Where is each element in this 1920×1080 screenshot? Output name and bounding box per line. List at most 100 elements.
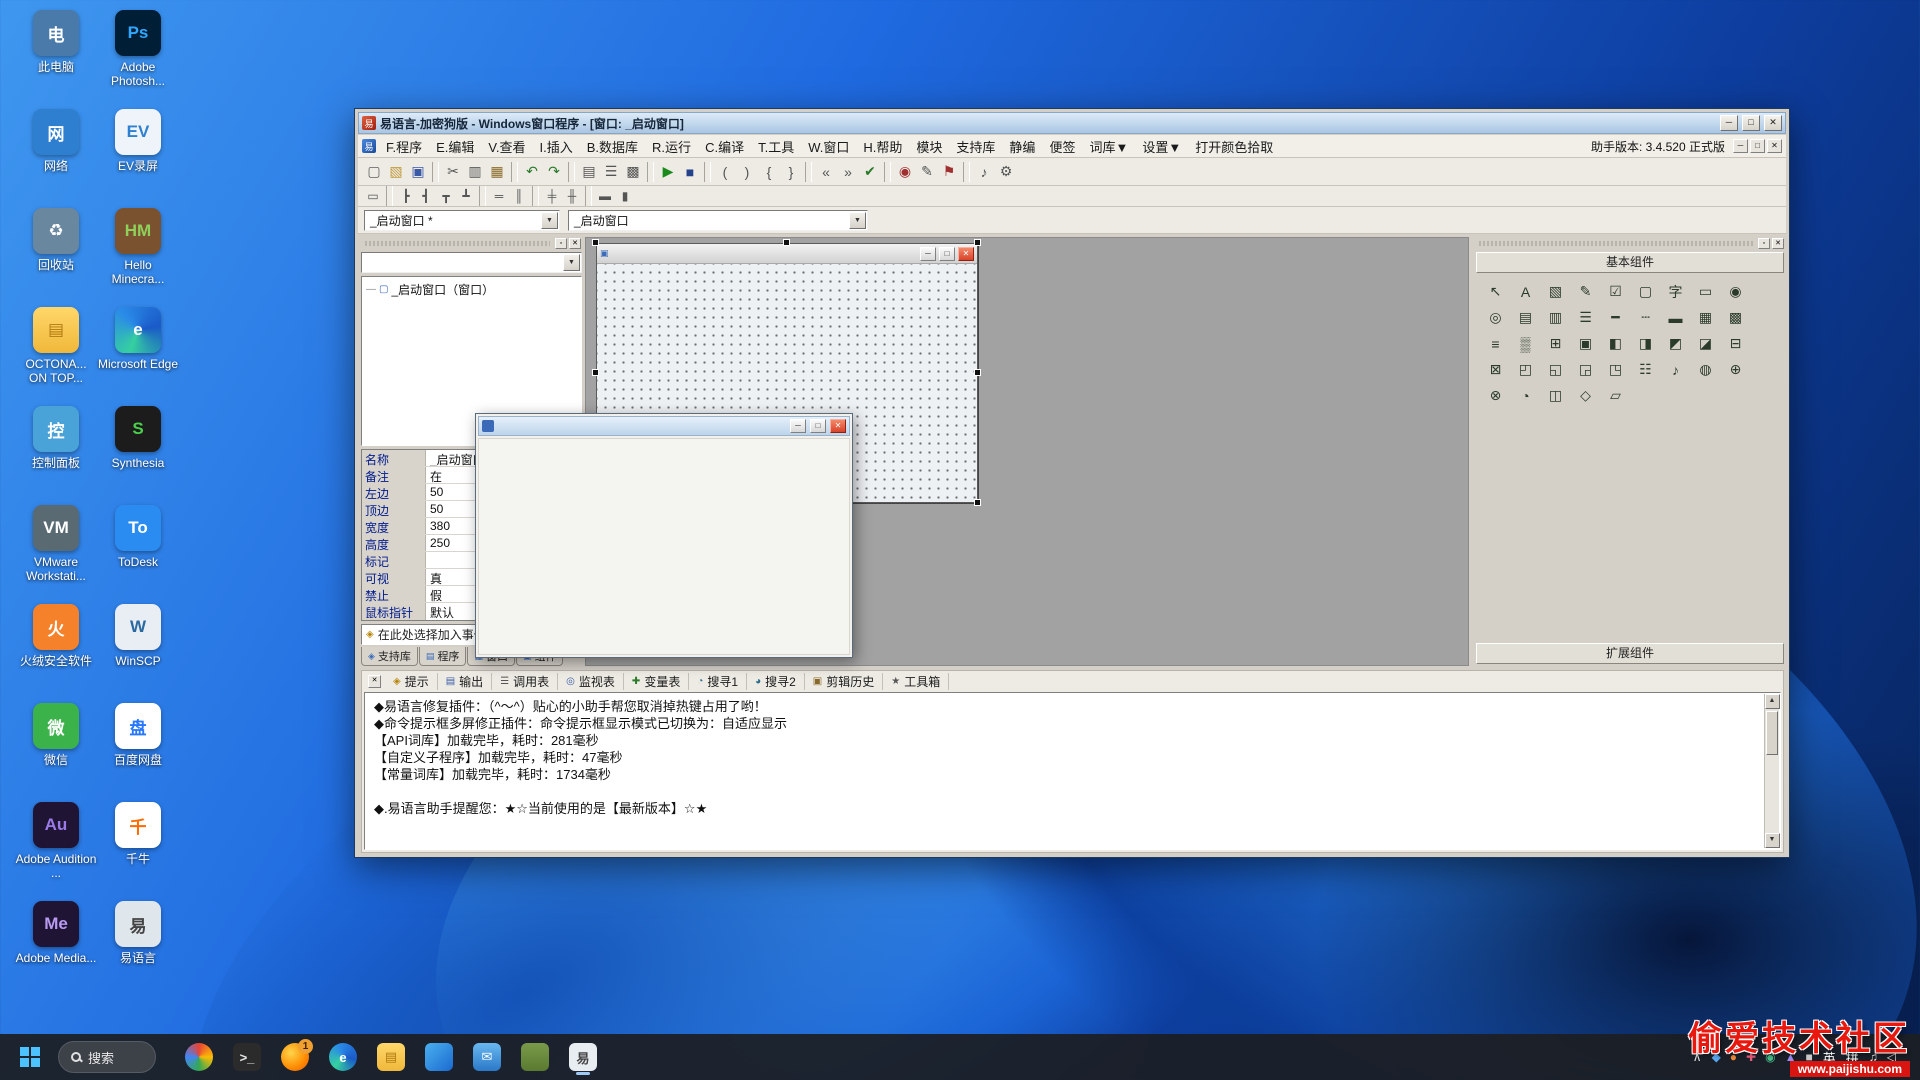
- workspace-tab[interactable]: ▤ 程序: [419, 647, 467, 666]
- desktop-icon[interactable]: 网 网络: [14, 103, 98, 202]
- component-icon[interactable]: ◨: [1635, 333, 1656, 354]
- toolbar-icon[interactable]: ✔: [859, 161, 881, 183]
- menu-item[interactable]: H.帮助: [856, 135, 909, 158]
- component-icon[interactable]: ▦: [1695, 307, 1716, 328]
- menu-item[interactable]: 模块: [909, 135, 949, 158]
- toolbar-icon[interactable]: ▥: [464, 161, 486, 183]
- output-tab[interactable]: ◕ 搜寻2: [747, 673, 805, 690]
- scrollbar-track[interactable]: [1765, 709, 1779, 833]
- taskbar-app-icon[interactable]: [180, 1038, 218, 1076]
- mdi-minimize-button[interactable]: ─: [1733, 139, 1748, 153]
- component-icon[interactable]: ◍: [1695, 359, 1716, 380]
- toolbar-icon[interactable]: «: [815, 161, 837, 183]
- menu-item[interactable]: R.运行: [645, 135, 698, 158]
- component-icon[interactable]: ▢: [1635, 281, 1656, 302]
- start-button[interactable]: [10, 1037, 50, 1077]
- desktop-icon[interactable]: 火 火绒安全软件: [14, 598, 98, 697]
- toolbar-icon[interactable]: ✂: [442, 161, 464, 183]
- component-icon[interactable]: ◔: [1515, 385, 1536, 406]
- component-icon[interactable]: ▧: [1545, 281, 1566, 302]
- taskbar-app-icon[interactable]: 1: [276, 1038, 314, 1076]
- floating-window-titlebar[interactable]: ─ □ ✕: [478, 416, 850, 436]
- component-icon[interactable]: ▬: [1665, 307, 1686, 328]
- floating-preview-window[interactable]: ─ □ ✕: [475, 413, 853, 658]
- component-icon[interactable]: ⊕: [1725, 359, 1746, 380]
- component-icon[interactable]: ◉: [1725, 281, 1746, 302]
- output-panel-close-button[interactable]: ✕: [368, 675, 381, 688]
- taskbar-app-icon[interactable]: ▤: [372, 1038, 410, 1076]
- align-toolbar-icon[interactable]: ═: [489, 187, 509, 205]
- form-selector-dropdown[interactable]: _启动窗口 * ▼: [364, 210, 560, 231]
- menu-item[interactable]: E.编辑: [429, 135, 481, 158]
- mdi-child-icon[interactable]: 易: [362, 139, 376, 153]
- floating-close-button[interactable]: ✕: [830, 419, 846, 433]
- scrollbar-thumb[interactable]: [1766, 711, 1778, 755]
- component-icon[interactable]: ┄: [1635, 307, 1656, 328]
- desktop-icon[interactable]: 微 微信: [14, 697, 98, 796]
- toolbar-icon[interactable]: [884, 162, 891, 182]
- desktop-icon[interactable]: 盘 百度网盘: [96, 697, 180, 796]
- desktop-icon[interactable]: HM Hello Minecra...: [96, 202, 180, 301]
- align-toolbar-icon[interactable]: ╫: [562, 187, 582, 205]
- desktop-icon[interactable]: ♻ 回收站: [14, 202, 98, 301]
- component-icon[interactable]: ☰: [1575, 307, 1596, 328]
- toolbar-icon[interactable]: ▩: [622, 161, 644, 183]
- component-icon[interactable]: ◎: [1485, 307, 1506, 328]
- output-tab[interactable]: ◔ 搜寻1: [689, 673, 747, 690]
- menu-item[interactable]: C.编译: [698, 135, 751, 158]
- selection-handle[interactable]: [783, 239, 790, 246]
- component-icon[interactable]: ⊟: [1725, 333, 1746, 354]
- align-toolbar-icon[interactable]: ┻: [456, 187, 476, 205]
- component-icon[interactable]: ◱: [1545, 359, 1566, 380]
- selection-handle[interactable]: [592, 369, 599, 376]
- desktop-icon[interactable]: 控 控制面板: [14, 400, 98, 499]
- component-icon[interactable]: ⊗: [1485, 385, 1506, 406]
- desktop-icon[interactable]: Me Adobe Media...: [14, 895, 98, 994]
- chevron-down-icon[interactable]: ▼: [541, 212, 558, 229]
- align-toolbar-icon[interactable]: ╪: [542, 187, 562, 205]
- align-toolbar-icon[interactable]: ▮: [615, 187, 635, 205]
- toolbar-icon[interactable]: ▶: [657, 161, 679, 183]
- panel-float-button[interactable]: ▫: [555, 238, 567, 249]
- mdi-close-button[interactable]: ✕: [1767, 139, 1782, 153]
- desktop-icon[interactable]: 千 千牛: [96, 796, 180, 895]
- selection-handle[interactable]: [974, 239, 981, 246]
- menu-item[interactable]: 词库▼: [1082, 135, 1135, 158]
- taskbar-app-icon[interactable]: >_: [228, 1038, 266, 1076]
- component-icon[interactable]: ⊠: [1485, 359, 1506, 380]
- minimize-button[interactable]: ─: [1720, 115, 1738, 131]
- selection-handle[interactable]: [592, 239, 599, 246]
- component-icon[interactable]: 字: [1665, 281, 1686, 302]
- component-icon[interactable]: ▤: [1515, 307, 1536, 328]
- taskbar-app-icon[interactable]: 易: [564, 1038, 602, 1076]
- mdi-restore-button[interactable]: □: [1750, 139, 1765, 153]
- component-icon[interactable]: ◪: [1695, 333, 1716, 354]
- maximize-button[interactable]: □: [1742, 115, 1760, 131]
- menu-item[interactable]: V.查看: [481, 135, 532, 158]
- align-toolbar-icon[interactable]: ┫: [416, 187, 436, 205]
- desktop-icon[interactable]: Ps Adobe Photosh...: [96, 4, 180, 103]
- component-icon[interactable]: ◲: [1575, 359, 1596, 380]
- toolbar-icon[interactable]: ▣: [407, 161, 429, 183]
- toolbar-icon[interactable]: ■: [679, 161, 701, 183]
- menu-item[interactable]: 静编: [1002, 135, 1042, 158]
- toolbar-icon[interactable]: [647, 162, 654, 182]
- designed-form-minimize-button[interactable]: ─: [920, 247, 936, 261]
- menu-item[interactable]: B.数据库: [580, 135, 645, 158]
- panel-grip[interactable]: [1479, 241, 1753, 246]
- taskbar-app-icon[interactable]: [420, 1038, 458, 1076]
- desktop-icon[interactable]: To ToDesk: [96, 499, 180, 598]
- component-icon[interactable]: ⊞: [1545, 333, 1566, 354]
- toolbar-icon[interactable]: [568, 162, 575, 182]
- basic-components-header[interactable]: 基本组件: [1476, 252, 1784, 273]
- extended-components-header[interactable]: 扩展组件: [1476, 643, 1784, 664]
- output-log[interactable]: ◆易语言修复插件：（^～^）贴心的小助手帮您取消掉热键占用了哟！◆命令提示框多屏…: [364, 692, 1781, 850]
- desktop-icon[interactable]: 易 易语言: [96, 895, 180, 994]
- toolbar-icon[interactable]: ): [736, 161, 758, 183]
- panel-close-button[interactable]: ✕: [1772, 238, 1784, 249]
- menu-item[interactable]: 便签: [1042, 135, 1082, 158]
- component-icon[interactable]: ◩: [1665, 333, 1686, 354]
- align-toolbar-icon[interactable]: ▬: [595, 187, 615, 205]
- toolbar-icon[interactable]: ♪: [973, 161, 995, 183]
- taskbar-app-icon[interactable]: ✉: [468, 1038, 506, 1076]
